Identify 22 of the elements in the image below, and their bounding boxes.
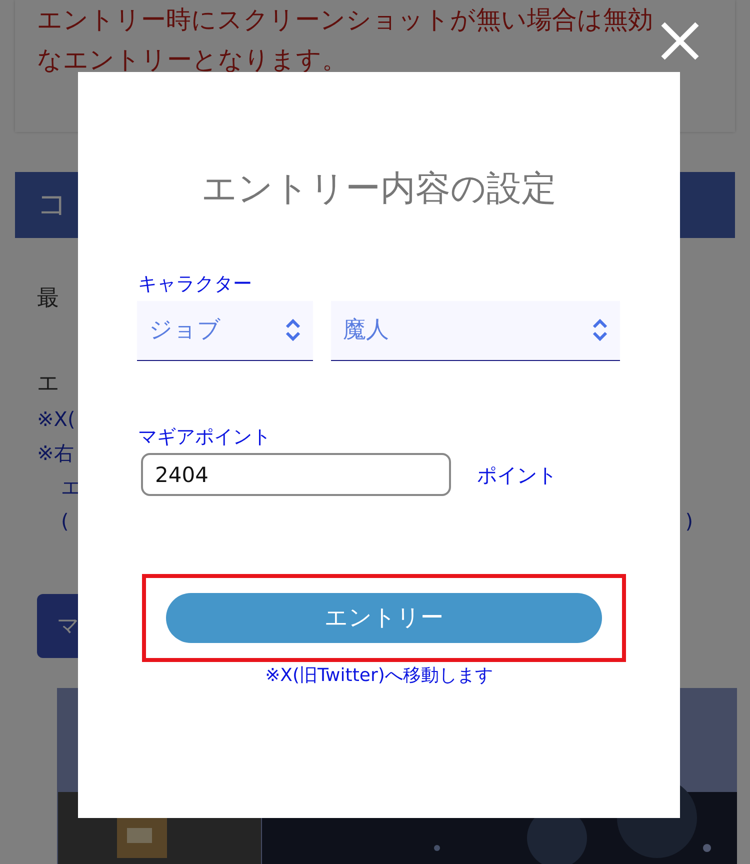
note-text: ※X( bbox=[37, 407, 76, 431]
body-text: エ bbox=[37, 371, 60, 396]
field-label: マギアポイント bbox=[138, 424, 272, 450]
notice-text: なエントリーとなります。 bbox=[37, 44, 347, 76]
note-text: ) bbox=[685, 508, 693, 535]
chevron-updown-icon bbox=[592, 319, 608, 341]
unit-label: ポイント bbox=[477, 462, 557, 488]
select-field[interactable]: 魔人 bbox=[331, 300, 620, 360]
section-heading: コ bbox=[37, 187, 68, 222]
notice-text: エントリー時にスクリーンショットが無い場合は無効 bbox=[37, 4, 653, 36]
field-label: キャラクター bbox=[138, 272, 253, 297]
note-text: ※右 bbox=[37, 441, 74, 465]
select-field[interactable]: ジョブ bbox=[137, 300, 313, 360]
note-text: エ bbox=[61, 475, 81, 499]
note-text: ( bbox=[61, 508, 69, 535]
number-field[interactable]: 2404 bbox=[141, 453, 451, 496]
note-text: ※X(旧Twitter)へ移動します bbox=[264, 664, 494, 688]
chevron-updown-icon bbox=[285, 319, 301, 341]
entry-button[interactable]: エントリー bbox=[166, 593, 602, 643]
close-icon[interactable] bbox=[660, 22, 700, 60]
body-text: 最 bbox=[37, 286, 59, 311]
dialog-title: エントリー内容の設定 bbox=[200, 168, 558, 210]
